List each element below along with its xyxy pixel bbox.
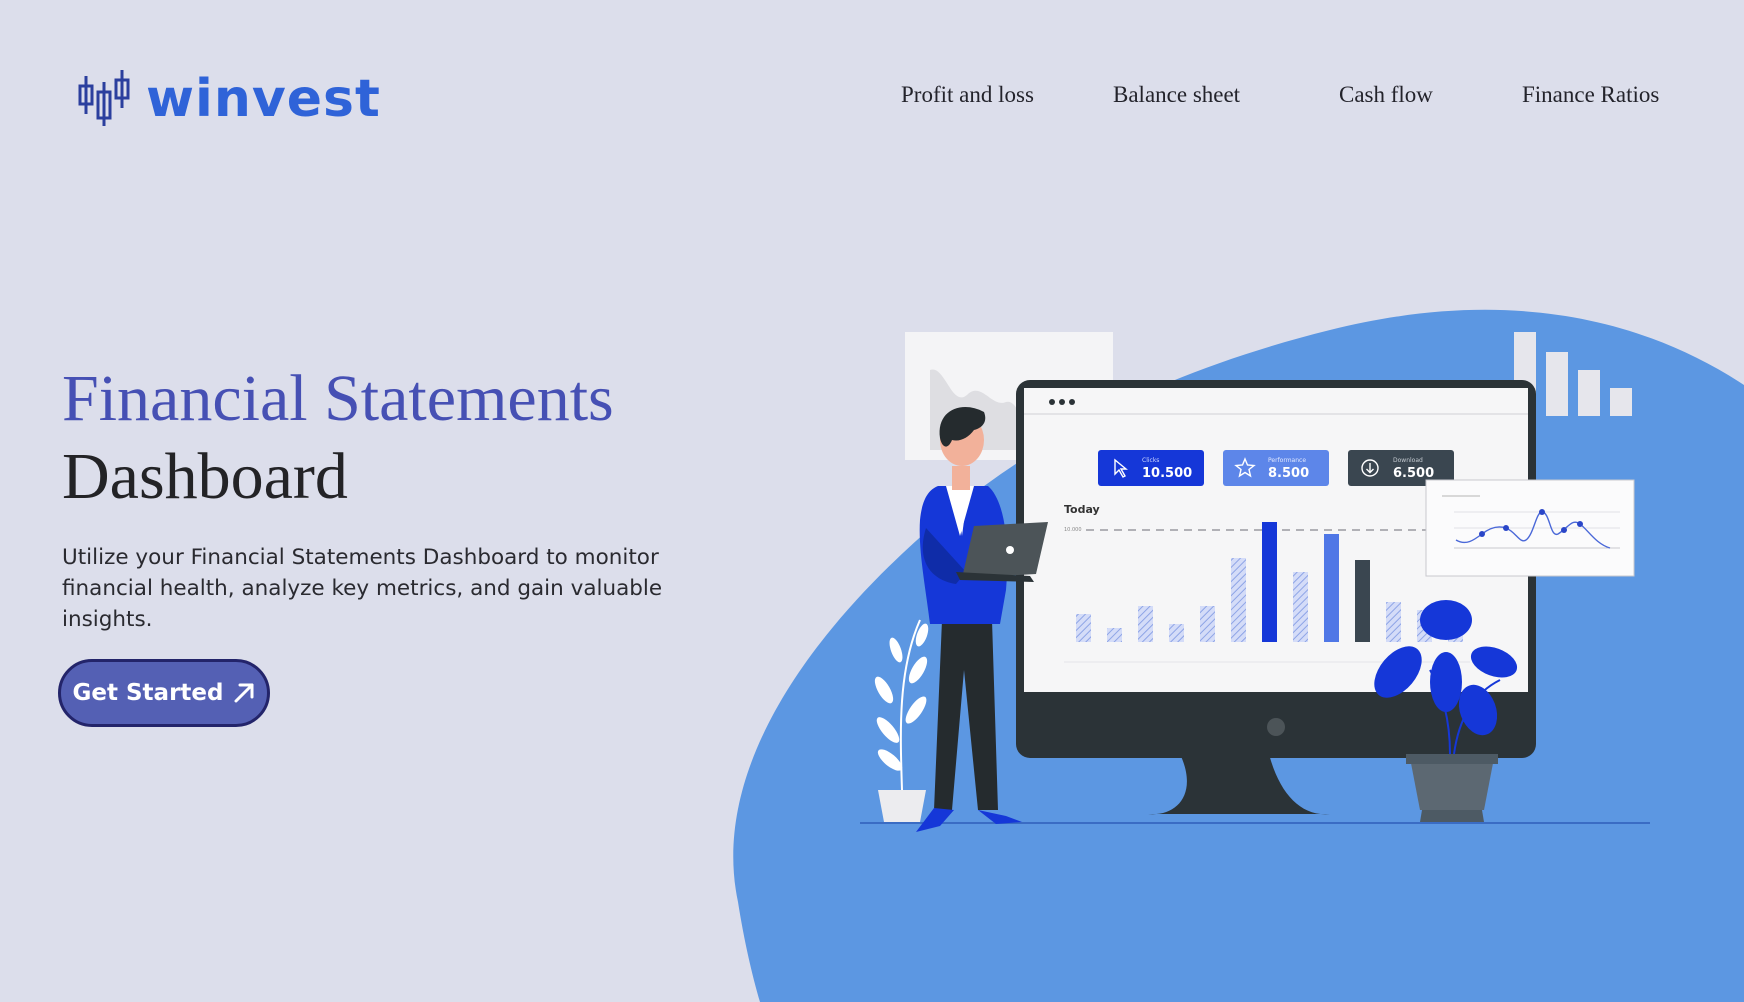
stat-card-performance: Performance 8.500 (1223, 450, 1329, 486)
stat-card-clicks-value: 10.500 (1142, 466, 1192, 481)
chart-ref-label: 10.000 (1064, 527, 1082, 533)
stat-card-performance-value: 8.500 (1268, 466, 1309, 481)
bar-decor-2 (1546, 352, 1568, 416)
stat-card-download-value: 6.500 (1393, 466, 1434, 481)
stat-card-download-caption: Download (1393, 457, 1423, 464)
stat-card-clicks: Clicks 10.500 (1098, 450, 1204, 486)
page-header: winvest Profit and loss Balance sheet Ca… (0, 0, 1744, 200)
nav-item-finance-ratios[interactable]: Finance Ratios (1522, 82, 1659, 108)
hero-description: Utilize your Financial Statements Dashbo… (62, 545, 663, 632)
line-chart-card (1425, 479, 1635, 577)
bar-decor-3 (1578, 370, 1600, 416)
bar-decor-4 (1610, 388, 1632, 416)
stat-card-clicks-caption: Clicks (1142, 457, 1159, 464)
hero-title: Financial Statements Dashboard (62, 360, 614, 516)
nav-item-balance-sheet[interactable]: Balance sheet (1113, 82, 1240, 108)
arrow-up-right-icon (234, 683, 254, 703)
nav-item-profit-and-loss[interactable]: Profit and loss (901, 82, 1034, 108)
stat-card-performance-caption: Performance (1268, 457, 1306, 464)
get-started-button[interactable]: Get Started (58, 659, 270, 727)
hero-title-line1: Financial Statements (62, 362, 614, 435)
get-started-label: Get Started (72, 680, 224, 706)
main-nav: Profit and loss Balance sheet Cash flow … (0, 82, 1744, 122)
dashboard-illustration: Clicks 10.500 Performance 8.500 Download… (733, 309, 1744, 1002)
nav-item-cash-flow[interactable]: Cash flow (1339, 82, 1433, 108)
chart-heading: Today (1064, 503, 1100, 516)
hero-title-line2: Dashboard (62, 440, 348, 513)
